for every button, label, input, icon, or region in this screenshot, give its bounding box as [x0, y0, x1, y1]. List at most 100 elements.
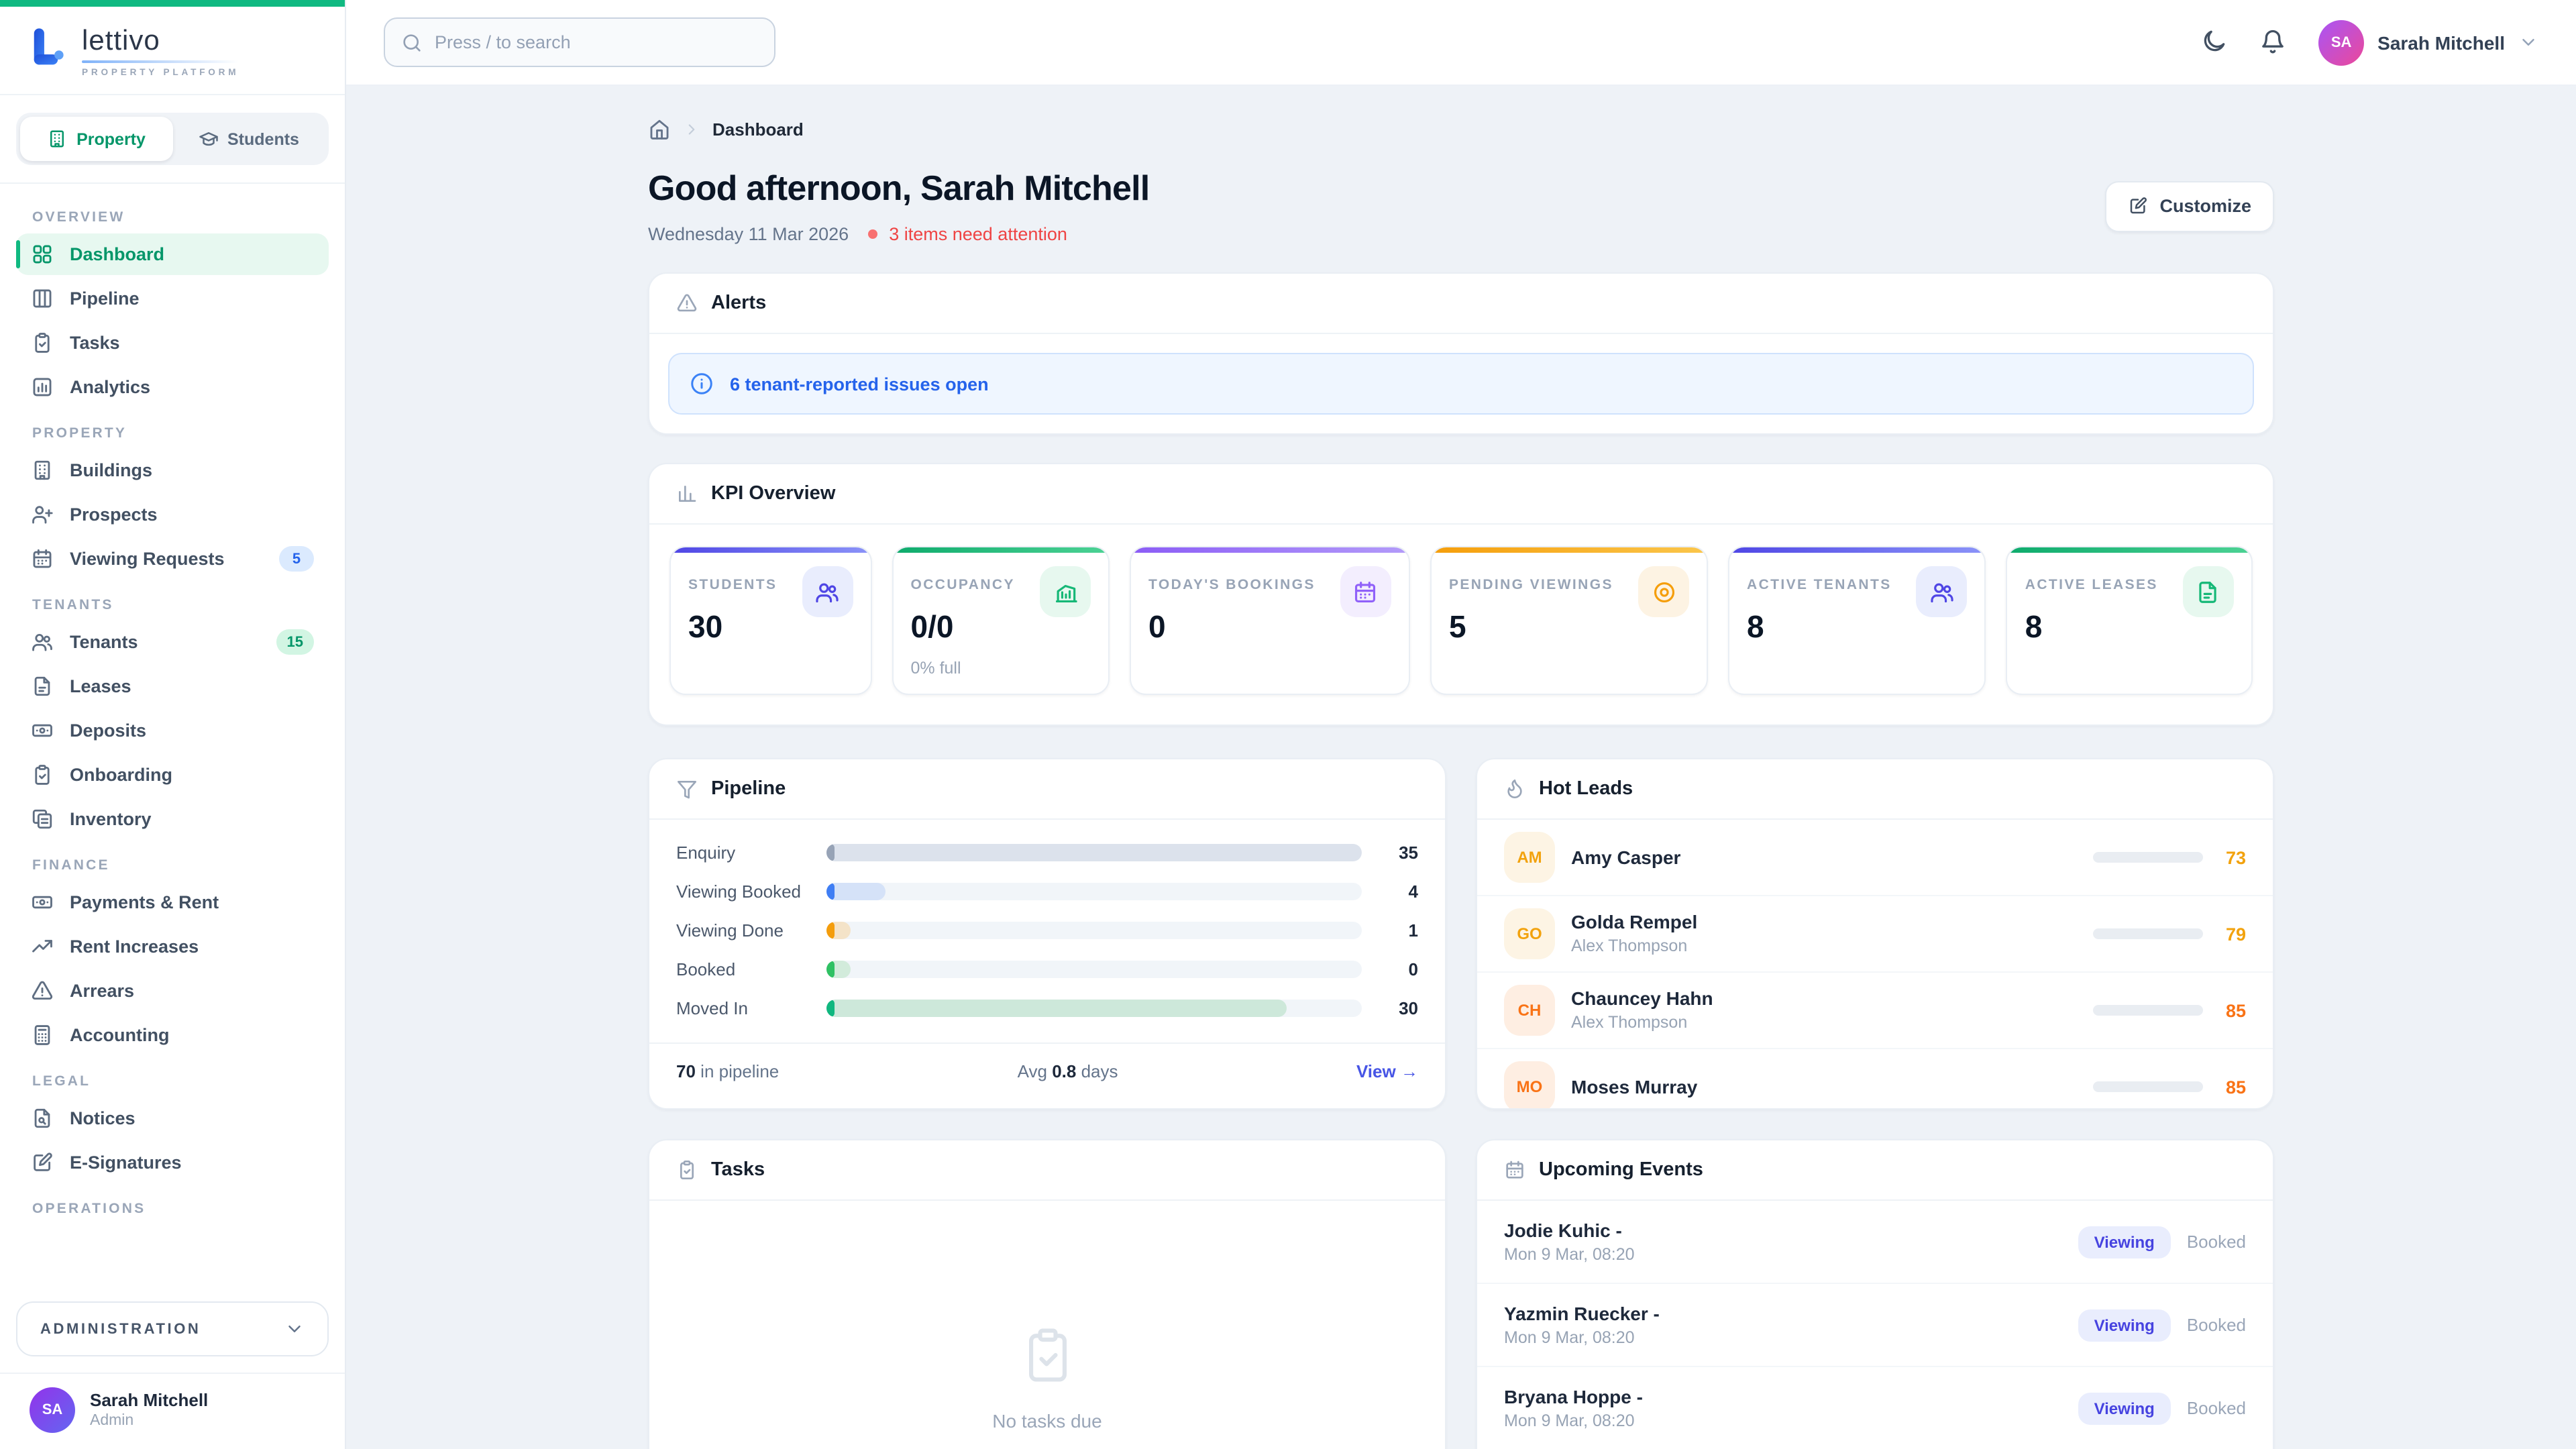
- sidebar-item-prospects[interactable]: Prospects: [16, 494, 329, 535]
- alerts-title: Alerts: [711, 292, 766, 314]
- lead-name: Amy Casper: [1571, 845, 1680, 870]
- sidebar-item-deposits[interactable]: Deposits: [16, 710, 329, 751]
- lead-score: 85: [2219, 1000, 2246, 1020]
- event-time: Mon 9 Mar, 08:20: [1504, 1326, 1660, 1349]
- administration-dropdown[interactable]: ADMINISTRATION: [16, 1301, 329, 1356]
- pipeline-total: 70 in pipeline: [676, 1061, 779, 1081]
- event-time: Mon 9 Mar, 08:20: [1504, 1243, 1635, 1266]
- kpi-tile-pending-viewings[interactable]: PENDING VIEWINGS 5: [1430, 546, 1708, 695]
- brand-tagline: PROPERTY PLATFORM: [82, 68, 239, 78]
- lead-agent: Alex Thompson: [1571, 1012, 1713, 1034]
- lead-row[interactable]: GO Golda RempelAlex Thompson 79: [1477, 896, 2273, 973]
- kpi-title: KPI Overview: [711, 483, 835, 504]
- sidebar-item-viewing-requests[interactable]: Viewing Requests 5: [16, 538, 329, 580]
- sidebar-item-label: Onboarding: [70, 765, 172, 785]
- tasks-title: Tasks: [711, 1159, 765, 1181]
- sidebar-item-leases[interactable]: Leases: [16, 665, 329, 707]
- brand-underline: [82, 60, 239, 63]
- stage-label: Booked: [676, 959, 826, 979]
- toggle-property[interactable]: Property: [20, 117, 172, 161]
- sidebar-item-label: Pipeline: [70, 288, 140, 309]
- sidebar-item-buildings[interactable]: Buildings: [16, 449, 329, 491]
- event-row[interactable]: Jodie Kuhic -Mon 9 Mar, 08:20 Viewing Bo…: [1477, 1201, 2273, 1284]
- kpi-accent: [1729, 547, 1985, 553]
- sidebar-item-label: Prospects: [70, 504, 158, 525]
- sidebar-item-onboarding[interactable]: Onboarding: [16, 754, 329, 796]
- kpi-tile-occupancy[interactable]: OCCUPANCY 0/0 0% full: [892, 546, 1110, 695]
- logo-block[interactable]: lettivo PROPERTY PLATFORM: [0, 7, 345, 95]
- event-row[interactable]: Bryana Hoppe -Mon 9 Mar, 08:20 Viewing B…: [1477, 1367, 2273, 1449]
- sidebar-item-tenants[interactable]: Tenants 15: [16, 621, 329, 663]
- sidebar-item-label: Payments & Rent: [70, 892, 219, 912]
- sidebar-nav: OVERVIEW Dashboard Pipeline Tasks Analyt…: [0, 184, 345, 1288]
- alert-banner[interactable]: 6 tenant-reported issues open: [668, 353, 2254, 415]
- user-menu[interactable]: SA Sarah Mitchell: [2318, 19, 2538, 65]
- kpi-tile-students[interactable]: STUDENTS 30: [669, 546, 872, 695]
- stage-bar-tip: [826, 961, 835, 978]
- kpi-value: 0: [1148, 609, 1391, 645]
- stage-bar-tip: [826, 883, 835, 900]
- sidebar-item-esignatures[interactable]: E-Signatures: [16, 1142, 329, 1183]
- pen-square-icon: [2127, 196, 2147, 216]
- lead-name: Moses Murray: [1571, 1074, 1697, 1099]
- sidebar-item-inventory[interactable]: Inventory: [16, 798, 329, 840]
- kpi-tile-todays-bookings[interactable]: TODAY'S BOOKINGS 0: [1130, 546, 1410, 695]
- event-row[interactable]: Yazmin Ruecker -Mon 9 Mar, 08:20 Viewing…: [1477, 1284, 2273, 1367]
- sidebar-bottom: ADMINISTRATION SA Sarah Mitchell Admin: [0, 1288, 345, 1449]
- sidebar-item-payments-rent[interactable]: Payments & Rent: [16, 881, 329, 923]
- lead-initials: MO: [1504, 1061, 1555, 1110]
- user-menu-name: Sarah Mitchell: [2377, 32, 2505, 53]
- nav-section-legal: LEGAL: [16, 1059, 329, 1097]
- event-status: Booked: [2187, 1232, 2246, 1252]
- clipboard-check-icon: [676, 1159, 698, 1181]
- sidebar-item-arrears[interactable]: Arrears: [16, 970, 329, 1012]
- kpi-accent: [2008, 547, 2251, 553]
- calculator-icon: [31, 1024, 54, 1046]
- sidebar-item-label: Inventory: [70, 809, 152, 829]
- sidebar-item-dashboard[interactable]: Dashboard: [16, 233, 329, 275]
- event-type-badge: Viewing: [2078, 1309, 2171, 1341]
- dark-mode-toggle[interactable]: [2200, 28, 2230, 57]
- lead-row[interactable]: MO Moses Murray 85: [1477, 1049, 2273, 1110]
- kpi-value: 8: [2025, 609, 2234, 645]
- toggle-students[interactable]: Students: [172, 117, 325, 161]
- kpi-accent: [1131, 547, 1409, 553]
- pipeline-card: Pipeline Enquiry 35 Viewing Booked: [648, 758, 1446, 1110]
- lead-score: 73: [2219, 847, 2246, 867]
- viewport: lettivo PROPERTY PLATFORM Property: [0, 0, 2576, 1449]
- kpi-tile-active-leases[interactable]: ACTIVE LEASES 8: [2006, 546, 2253, 695]
- lead-initials: CH: [1504, 985, 1555, 1036]
- chevron-right-icon: [683, 121, 700, 138]
- sidebar-item-analytics[interactable]: Analytics: [16, 366, 329, 408]
- customize-button[interactable]: Customize: [2104, 180, 2274, 231]
- search-input-wrap[interactable]: [384, 17, 775, 67]
- sidebar-user-role: Admin: [90, 1411, 208, 1430]
- sidebar-item-accounting[interactable]: Accounting: [16, 1014, 329, 1056]
- sidebar-item-notices[interactable]: Notices: [16, 1097, 329, 1139]
- notifications-bell-icon[interactable]: [2259, 28, 2289, 57]
- pipeline-average: Avg 0.8 days: [1018, 1061, 1118, 1081]
- administration-label: ADMINISTRATION: [40, 1321, 201, 1337]
- kpi-accent: [894, 547, 1109, 553]
- home-icon[interactable]: [648, 118, 671, 141]
- sidebar-item-rent-increases[interactable]: Rent Increases: [16, 926, 329, 967]
- lead-row[interactable]: AM Amy Casper 73: [1477, 820, 2273, 896]
- pipeline-view-link[interactable]: View →: [1356, 1061, 1418, 1081]
- pipeline-title: Pipeline: [711, 778, 786, 800]
- stage-bar: [826, 1000, 1287, 1017]
- kpi-sub: 0% full: [911, 645, 1091, 678]
- brand-logo-icon: [30, 25, 66, 70]
- sidebar-user[interactable]: SA Sarah Mitchell Admin: [0, 1373, 345, 1449]
- sidebar-item-pipeline[interactable]: Pipeline: [16, 278, 329, 319]
- date-text: Wednesday 11 Mar 2026: [648, 224, 849, 244]
- search-input[interactable]: [435, 32, 758, 52]
- sidebar-item-tasks[interactable]: Tasks: [16, 322, 329, 364]
- lead-row[interactable]: CH Chauncey HahnAlex Thompson 85: [1477, 973, 2273, 1049]
- event-name: Bryana Hoppe -: [1504, 1384, 1643, 1409]
- kpi-tile-active-tenants[interactable]: ACTIVE TENANTS 8: [1728, 546, 1986, 695]
- alerts-card: Alerts 6 tenant-reported issues open: [648, 272, 2274, 435]
- bar-chart-icon: [31, 376, 54, 398]
- alert-triangle-icon: [676, 292, 698, 314]
- stage-bar-tip: [826, 922, 835, 939]
- sidebar-item-label: Accounting: [70, 1025, 170, 1045]
